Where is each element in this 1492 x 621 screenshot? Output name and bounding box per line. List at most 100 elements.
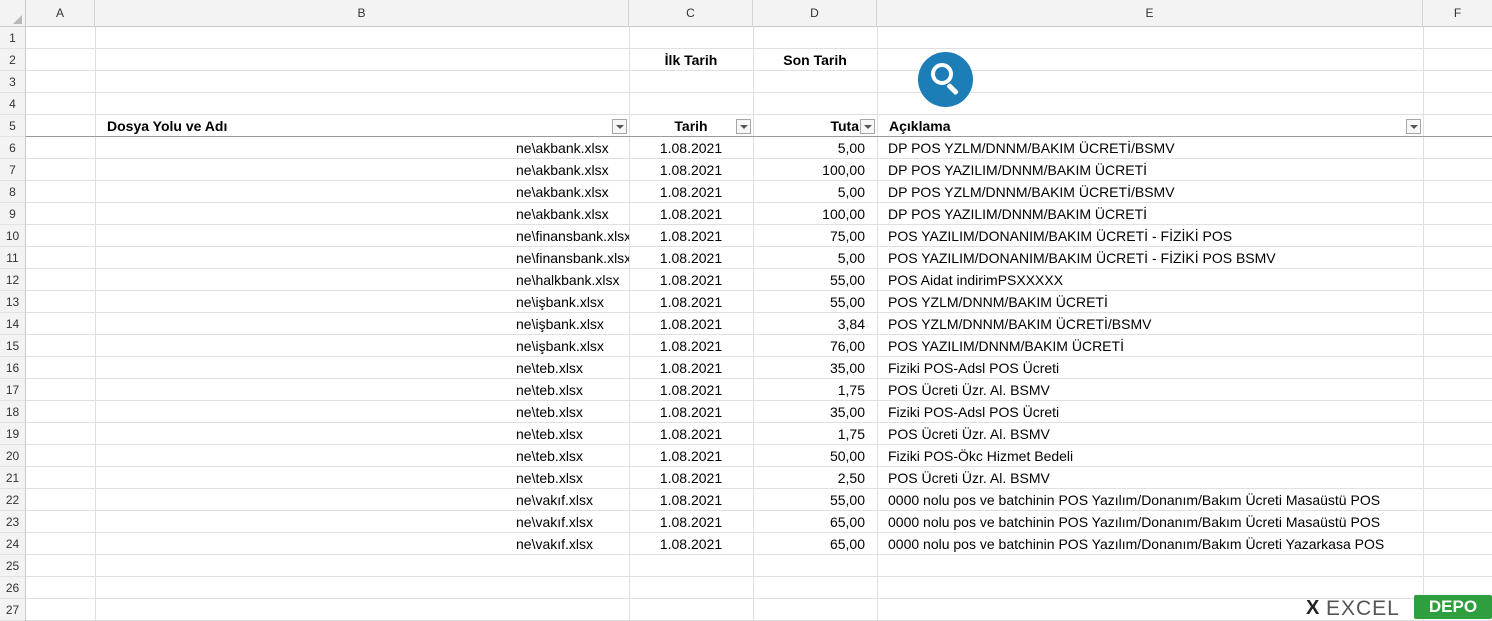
description-cell[interactable]: Fiziki POS-Adsl POS Ücreti bbox=[888, 357, 1422, 379]
date-cell[interactable]: 1.08.2021 bbox=[629, 313, 753, 335]
amount-cell[interactable]: 35,00 bbox=[753, 401, 865, 423]
column-header-b[interactable]: B bbox=[95, 0, 629, 27]
row-header[interactable]: 14 bbox=[0, 313, 25, 335]
row-header[interactable]: 7 bbox=[0, 159, 25, 181]
row-header[interactable]: 4 bbox=[0, 93, 25, 115]
amount-filter-icon[interactable] bbox=[860, 119, 875, 134]
row-header[interactable]: 8 bbox=[0, 181, 25, 203]
amount-cell[interactable]: 3,84 bbox=[753, 313, 865, 335]
description-cell[interactable]: POS YZLM/DNNM/BAKIM ÜCRETİ/BSMV bbox=[888, 313, 1422, 335]
description-cell[interactable]: Fiziki POS-Adsl POS Ücreti bbox=[888, 401, 1422, 423]
description-cell[interactable]: 0000 nolu pos ve batchinin POS Yazılım/D… bbox=[888, 533, 1422, 555]
row-header[interactable]: 16 bbox=[0, 357, 25, 379]
description-cell[interactable]: POS YAZILIM/DONANIM/BAKIM ÜCRETİ - FİZİK… bbox=[888, 247, 1422, 269]
worksheet-grid[interactable]: İlk Tarih Son Tarih Dosya Yolu ve Adı Ta… bbox=[26, 27, 1492, 621]
file-path-cell[interactable]: ne\teb.xlsx bbox=[516, 379, 629, 401]
date-cell[interactable]: 1.08.2021 bbox=[629, 137, 753, 159]
file-path-filter-icon[interactable] bbox=[612, 119, 627, 134]
row-header[interactable]: 24 bbox=[0, 533, 25, 555]
amount-cell[interactable]: 100,00 bbox=[753, 203, 865, 225]
row-header[interactable]: 9 bbox=[0, 203, 25, 225]
date-cell[interactable]: 1.08.2021 bbox=[629, 533, 753, 555]
amount-cell[interactable]: 55,00 bbox=[753, 489, 865, 511]
description-cell[interactable]: 0000 nolu pos ve batchinin POS Yazılım/D… bbox=[888, 489, 1422, 511]
amount-cell[interactable]: 75,00 bbox=[753, 225, 865, 247]
amount-cell[interactable]: 65,00 bbox=[753, 511, 865, 533]
date-cell[interactable]: 1.08.2021 bbox=[629, 467, 753, 489]
file-path-cell[interactable]: ne\teb.xlsx bbox=[516, 401, 629, 423]
amount-cell[interactable]: 55,00 bbox=[753, 291, 865, 313]
row-header[interactable]: 10 bbox=[0, 225, 25, 247]
date-cell[interactable]: 1.08.2021 bbox=[629, 181, 753, 203]
amount-cell[interactable]: 50,00 bbox=[753, 445, 865, 467]
file-path-cell[interactable]: ne\vakıf.xlsx bbox=[516, 511, 629, 533]
file-path-cell[interactable]: ne\akbank.xlsx bbox=[516, 181, 629, 203]
date-cell[interactable]: 1.08.2021 bbox=[629, 247, 753, 269]
row-header[interactable]: 18 bbox=[0, 401, 25, 423]
amount-cell[interactable]: 100,00 bbox=[753, 159, 865, 181]
date-cell[interactable]: 1.08.2021 bbox=[629, 291, 753, 313]
row-header[interactable]: 5 bbox=[0, 115, 25, 137]
date-cell[interactable]: 1.08.2021 bbox=[629, 269, 753, 291]
row-header[interactable]: 13 bbox=[0, 291, 25, 313]
file-path-cell[interactable]: ne\teb.xlsx bbox=[516, 467, 629, 489]
row-header[interactable]: 19 bbox=[0, 423, 25, 445]
amount-cell[interactable]: 76,00 bbox=[753, 335, 865, 357]
description-cell[interactable]: POS Aidat indirimPSXXXXX bbox=[888, 269, 1422, 291]
date-cell[interactable]: 1.08.2021 bbox=[629, 489, 753, 511]
file-path-cell[interactable]: ne\teb.xlsx bbox=[516, 423, 629, 445]
file-path-cell[interactable]: ne\akbank.xlsx bbox=[516, 137, 629, 159]
amount-cell[interactable]: 5,00 bbox=[753, 137, 865, 159]
date-cell[interactable]: 1.08.2021 bbox=[629, 357, 753, 379]
select-all-corner[interactable] bbox=[0, 0, 26, 27]
description-cell[interactable]: 0000 nolu pos ve batchinin POS Yazılım/D… bbox=[888, 511, 1422, 533]
column-header-a[interactable]: A bbox=[26, 0, 95, 27]
row-header[interactable]: 15 bbox=[0, 335, 25, 357]
description-cell[interactable]: Fiziki POS-Ökc Hizmet Bedeli bbox=[888, 445, 1422, 467]
file-path-cell[interactable]: ne\işbank.xlsx bbox=[516, 291, 629, 313]
amount-cell[interactable]: 5,00 bbox=[753, 247, 865, 269]
amount-cell[interactable]: 35,00 bbox=[753, 357, 865, 379]
amount-cell[interactable]: 2,50 bbox=[753, 467, 865, 489]
description-cell[interactable]: POS Ücreti Üzr. Al. BSMV bbox=[888, 379, 1422, 401]
file-path-cell[interactable]: ne\teb.xlsx bbox=[516, 445, 629, 467]
amount-cell[interactable]: 1,75 bbox=[753, 379, 865, 401]
column-header-e[interactable]: E bbox=[877, 0, 1423, 27]
row-header[interactable]: 17 bbox=[0, 379, 25, 401]
amount-cell[interactable]: 5,00 bbox=[753, 181, 865, 203]
description-cell[interactable]: POS YAZILIM/DONANIM/BAKIM ÜCRETİ - FİZİK… bbox=[888, 225, 1422, 247]
row-header[interactable]: 21 bbox=[0, 467, 25, 489]
description-cell[interactable]: DP POS YAZILIM/DNNM/BAKIM ÜCRETİ bbox=[888, 159, 1422, 181]
date-cell[interactable]: 1.08.2021 bbox=[629, 225, 753, 247]
description-cell[interactable]: DP POS YZLM/DNNM/BAKIM ÜCRETİ/BSMV bbox=[888, 181, 1422, 203]
row-header[interactable]: 2 bbox=[0, 49, 25, 71]
description-cell[interactable]: POS YAZILIM/DNNM/BAKIM ÜCRETİ bbox=[888, 335, 1422, 357]
description-cell[interactable]: POS Ücreti Üzr. Al. BSMV bbox=[888, 423, 1422, 445]
file-path-cell[interactable]: ne\işbank.xlsx bbox=[516, 335, 629, 357]
file-path-cell[interactable]: ne\teb.xlsx bbox=[516, 357, 629, 379]
row-header[interactable]: 27 bbox=[0, 599, 25, 621]
row-header[interactable]: 12 bbox=[0, 269, 25, 291]
file-path-cell[interactable]: ne\finansbank.xlsx bbox=[516, 247, 629, 269]
row-header[interactable]: 22 bbox=[0, 489, 25, 511]
amount-cell[interactable]: 1,75 bbox=[753, 423, 865, 445]
description-filter-icon[interactable] bbox=[1406, 119, 1421, 134]
file-path-cell[interactable]: ne\vakıf.xlsx bbox=[516, 533, 629, 555]
date-cell[interactable]: 1.08.2021 bbox=[629, 401, 753, 423]
date-cell[interactable]: 1.08.2021 bbox=[629, 445, 753, 467]
date-cell[interactable]: 1.08.2021 bbox=[629, 335, 753, 357]
row-header[interactable]: 23 bbox=[0, 511, 25, 533]
row-header[interactable]: 11 bbox=[0, 247, 25, 269]
row-header[interactable]: 20 bbox=[0, 445, 25, 467]
amount-cell[interactable]: 55,00 bbox=[753, 269, 865, 291]
file-path-cell[interactable]: ne\akbank.xlsx bbox=[516, 159, 629, 181]
description-cell[interactable]: POS Ücreti Üzr. Al. BSMV bbox=[888, 467, 1422, 489]
file-path-cell[interactable]: ne\halkbank.xlsx bbox=[516, 269, 629, 291]
row-header[interactable]: 26 bbox=[0, 577, 25, 599]
row-header[interactable]: 3 bbox=[0, 71, 25, 93]
row-header[interactable]: 6 bbox=[0, 137, 25, 159]
row-header[interactable]: 1 bbox=[0, 27, 25, 49]
description-cell[interactable]: POS YZLM/DNNM/BAKIM ÜCRETİ bbox=[888, 291, 1422, 313]
date-cell[interactable]: 1.08.2021 bbox=[629, 159, 753, 181]
date-cell[interactable]: 1.08.2021 bbox=[629, 203, 753, 225]
